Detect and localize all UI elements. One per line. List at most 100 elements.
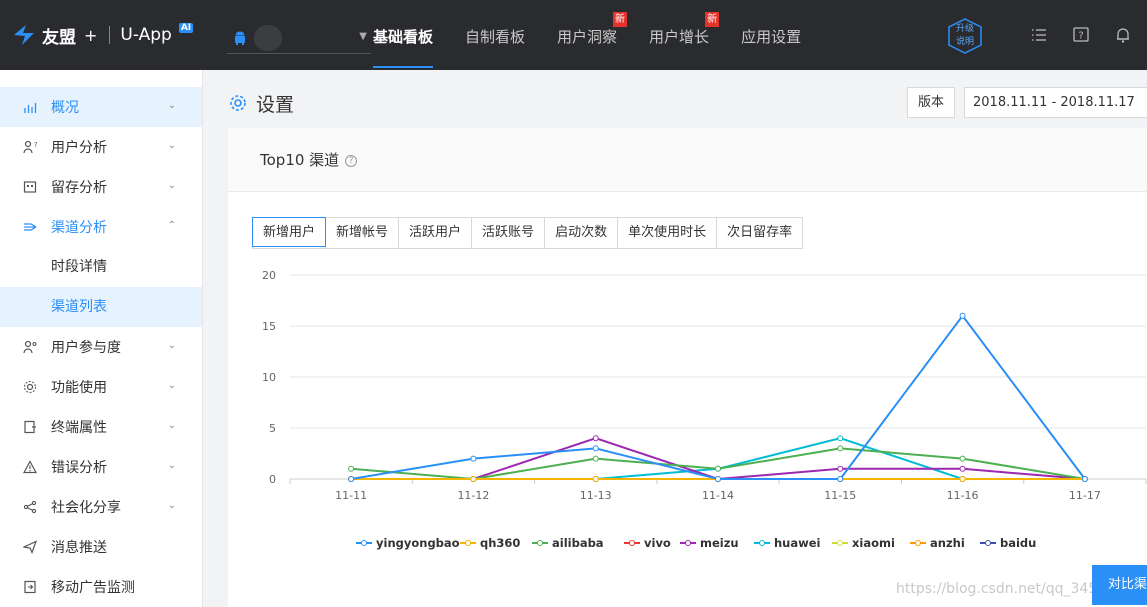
overview-icon [22,99,38,115]
top-navigation-bar: 友盟 + U-App AI ▼ 基础看板 自制看板 用户洞察 新 用户增长 新 [0,0,1147,70]
warning-icon [22,459,38,475]
sidebar-item-label: 消息推送 [51,540,107,556]
legend-label-anzhi: anzhi [930,536,965,550]
data-point-meizu [837,465,844,472]
app-avatar [254,24,282,51]
data-point-yingyongbao [592,445,599,452]
x-tick-label: 11-15 [824,489,856,502]
legend-label-xiaomi: xiaomi [852,536,895,550]
chevron-down-icon: ⌄ [167,340,176,351]
nav-custom-dashboard[interactable]: 自制看板 [465,0,525,70]
new-badge: 新 [613,12,628,27]
logo[interactable]: 友盟 + U-App AI [12,20,194,50]
brand-name: 友盟 [42,27,76,48]
upgrade-info-button[interactable]: 升级 说明 [946,17,984,55]
y-tick-label: 0 [269,473,276,486]
engagement-icon [22,339,38,355]
sidebar-item-device-attributes[interactable]: 终端属性 ⌄ [0,407,202,447]
data-point-yingyongbao [715,476,721,482]
sidebar-item-social-share[interactable]: 社会化分享 ⌄ [0,487,202,527]
data-point-qh360 [959,476,966,482]
tab-new-users[interactable]: 新增用户 [252,217,327,247]
data-point-yingyongbao [959,312,966,319]
sidebar-item-ad-monitor[interactable]: 移动广告监测 [0,567,202,607]
user-analysis-icon: ? [22,139,38,155]
upgrade-line2: 说明 [955,37,974,47]
series-line-yingyongbao [350,314,1086,480]
sidebar-item-retention[interactable]: 留存分析 ⌄ [0,167,202,207]
sidebar-item-label: 错误分析 [51,460,107,476]
main-nav: 基础看板 自制看板 用户洞察 新 用户增长 新 应用设置 [373,0,833,70]
nav-user-insight[interactable]: 用户洞察 新 [557,0,628,70]
x-tick-label: 11-16 [947,489,979,502]
data-point-ailibaba [837,445,844,452]
nav-label: 应用设置 [741,28,802,46]
nav-label: 基础看板 [373,28,434,46]
sidebar-item-label: 渠道分析 [51,220,107,236]
upgrade-line1: 升级 [955,24,974,34]
x-tick-label: 11-13 [580,489,612,502]
legend-label-huawei: huawei [774,536,821,550]
chevron-down-icon: ⌄ [167,100,176,111]
brand-plus: + [84,25,98,45]
sidebar-item-push[interactable]: 消息推送 [0,527,202,567]
data-point-meizu [959,465,966,472]
data-point-yingyongbao [470,455,477,462]
data-point-ailibaba [959,455,966,462]
legend-marker-baidu [985,540,991,546]
sidebar-item-overview[interactable]: 概况 ⌄ [0,87,202,127]
nav-label: 用户洞察 [557,28,618,46]
gear-icon [230,95,246,111]
nav-basic-dashboard[interactable]: 基础看板 [373,0,434,70]
android-icon [235,31,245,45]
sidebar-item-engagement[interactable]: 用户参与度 ⌄ [0,327,202,367]
sidebar-item-label: 概况 [51,100,79,116]
data-point-yingyongbao [837,476,844,482]
sidebar-item-label: 留存分析 [51,180,107,196]
upgrade-label: 升级 说明 [946,23,984,49]
sidebar-item-user-analysis[interactable]: ? 用户分析 ⌄ [0,127,202,167]
legend-label-meizu: meizu [700,536,739,550]
chevron-down-icon: ⌄ [167,380,176,391]
ai-badge: AI [178,23,194,33]
list-icon[interactable] [1030,26,1048,44]
svg-text:?: ? [34,141,37,149]
chevron-down-icon: ⌄ [167,420,176,431]
sidebar-item-label: 功能使用 [51,380,107,396]
nav-label: 自制看板 [465,28,526,46]
x-tick-label: 11-11 [335,489,367,502]
version-filter-button[interactable]: 版本 [907,87,955,118]
umeng-bird-icon [14,25,34,45]
sidebar-item-channel-analysis[interactable]: 渠道分析 ⌃ [0,207,202,247]
sidebar-item-label: 移动广告监测 [51,580,135,596]
y-tick-label: 15 [262,320,276,333]
chevron-up-icon: ⌃ [167,220,176,231]
sidebar-subitem-period-detail[interactable]: 时段详情 [0,247,202,287]
page-title: 设置 [256,93,295,116]
device-icon [22,419,38,435]
x-tick-label: 11-14 [702,489,734,502]
nav-user-growth[interactable]: 用户增长 新 [649,0,720,70]
date-range-picker[interactable]: 2018.11.11 - 2018.11.17 [964,87,1147,118]
sidebar-item-error-analysis[interactable]: 错误分析 ⌄ [0,447,202,487]
bell-icon[interactable] [1114,26,1132,44]
compare-channels-button[interactable]: 对比渠道 [1092,565,1147,605]
svg-text:?: ? [1078,31,1083,42]
series-line-ailibaba [351,447,1086,481]
y-tick-label: 10 [262,371,276,384]
help-icon[interactable]: ? [1072,26,1090,44]
chevron-down-icon: ⌄ [167,460,176,471]
sidebar-subitem-channel-list[interactable]: 渠道列表 [0,287,202,327]
push-icon [22,539,38,555]
nav-app-settings[interactable]: 应用设置 [741,0,801,70]
legend-label-vivo: vivo [644,536,671,550]
legend-label-ailibaba: ailibaba [552,536,604,550]
app-selector[interactable]: ▼ [227,22,371,54]
legend-marker-xiaomi [837,540,843,546]
data-point-yingyongbao [1081,476,1088,482]
legend-marker-qh360 [465,540,471,546]
sidebar-item-feature-usage[interactable]: 功能使用 ⌄ [0,367,202,407]
data-point-yingyongbao [348,476,355,482]
sidebar-item-label: 用户参与度 [51,340,121,356]
legend-marker-ailibaba [537,540,543,546]
